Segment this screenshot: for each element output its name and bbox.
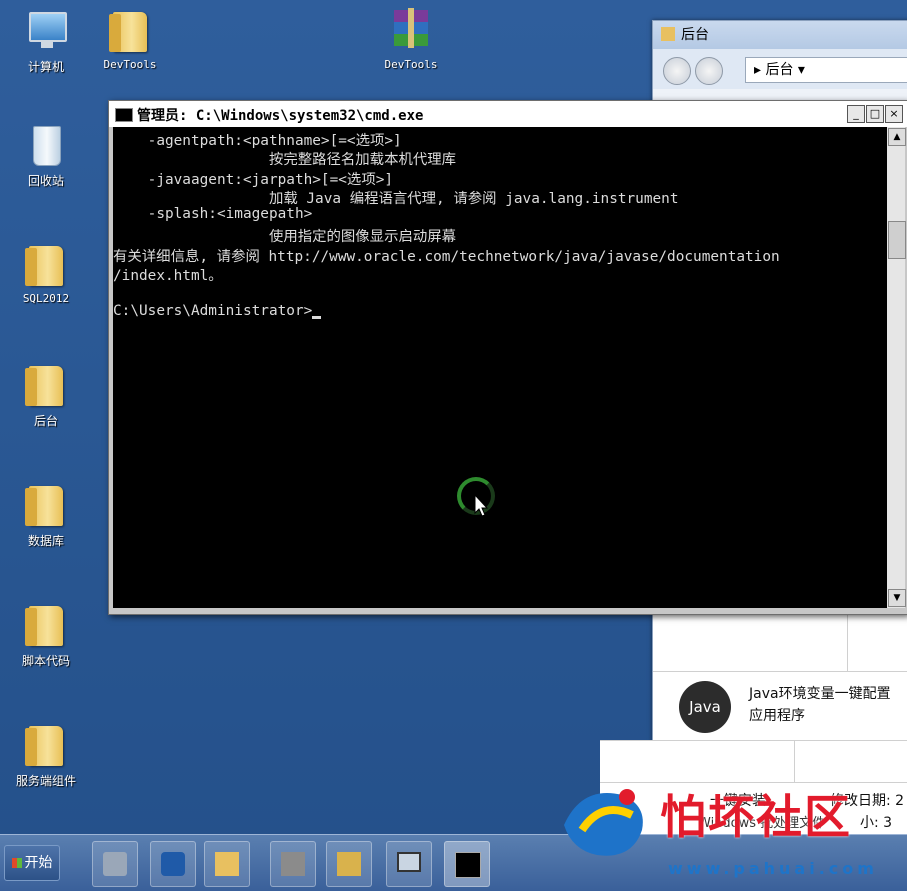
folder-icon [23, 242, 69, 288]
cmd-taskbar-button[interactable] [444, 841, 490, 887]
monitor-icon [397, 852, 421, 872]
desktop-icon-database[interactable]: 数据库 [6, 482, 86, 549]
folder-icon [23, 602, 69, 648]
folder-icon [23, 362, 69, 408]
desktop-icon-recycle-bin[interactable]: 回收站 [6, 122, 86, 189]
console-line: 加载 Java 编程语言代理, 请参阅 java.lang.instrument [113, 191, 679, 207]
console-line: -splash:<imagepath> [113, 206, 313, 222]
desktop-icon-server-components[interactable]: 服务端组件 [6, 722, 86, 789]
java-config-item[interactable]: Java环境变量一键配置 应用程序 [749, 683, 891, 727]
remote-desktop-button[interactable] [386, 841, 432, 887]
cmd-window[interactable]: 管理员: C:\Windows\system32\cmd.exe _ □ × -… [108, 100, 907, 615]
start-label: 开始 [24, 855, 53, 871]
maximize-button[interactable]: □ [866, 105, 884, 123]
console-line: 按完整路径名加载本机代理库 [113, 152, 457, 168]
desktop-icon-devtools-archive[interactable]: DevTools [371, 8, 451, 71]
server-tools-icon [281, 852, 305, 876]
cmd-title: 管理员: C:\Windows\system32\cmd.exe [137, 108, 424, 124]
folder-icon [215, 852, 239, 876]
scroll-up-icon[interactable]: ▲ [888, 128, 906, 146]
cmd-scrollbar[interactable]: ▲ ▼ [887, 127, 906, 608]
java-config-name: Java环境变量一键配置 [749, 686, 891, 702]
windows-logo-icon [11, 858, 22, 868]
scrollbar-thumb[interactable] [888, 221, 906, 259]
folder-icon [23, 482, 69, 528]
powershell-button[interactable] [150, 841, 196, 887]
desktop-icon-label: DevTools [384, 58, 438, 71]
folder-icon [107, 8, 153, 54]
desktop-icon-computer[interactable]: 计算机 [6, 8, 86, 75]
scroll-down-icon[interactable]: ▼ [888, 589, 906, 607]
prompt-text: C:\Users\Administrator> [113, 303, 313, 319]
folder-icon [23, 722, 69, 768]
console-line: /index.html。 [113, 268, 223, 284]
server-tools-button[interactable] [270, 841, 316, 887]
database-tools-icon [337, 852, 361, 876]
desktop-icon-backend[interactable]: 后台 [6, 362, 86, 429]
console-line: -javaagent:<jarpath>[=<选项>] [113, 172, 394, 188]
cmd-icon [115, 108, 133, 122]
winrar-archive-icon [388, 8, 434, 54]
desktop-icon-label: 后台 [33, 414, 58, 428]
text-cursor [312, 316, 322, 319]
explorer-title: 后台 [681, 27, 709, 43]
watermark-logo-icon [564, 789, 643, 856]
desktop-icon-sql2012[interactable]: SQL2012 [6, 242, 86, 305]
desktop-icon-label: 脚本代码 [21, 654, 70, 668]
cmd-console[interactable]: -agentpath:<pathname>[=<选项>] 按完整路径名加载本机代… [113, 127, 887, 608]
forward-button[interactable] [695, 57, 723, 85]
cmd-icon [455, 852, 481, 878]
desktop-icon-label: 计算机 [27, 60, 64, 74]
console-line: -agentpath:<pathname>[=<选项>] [113, 133, 402, 149]
database-tools-button[interactable] [326, 841, 372, 887]
recycle-bin-icon [23, 122, 69, 168]
watermark-name: 怕坏社区 [660, 790, 852, 844]
desktop-icon-devtools-folder[interactable]: DevTools [90, 8, 170, 71]
mouse-pointer-icon [474, 493, 489, 517]
server-manager-icon [103, 852, 127, 876]
console-line: 有关详细信息, 请参阅 http://www.oracle.com/techne… [113, 249, 780, 265]
desktop-icon-label: 数据库 [27, 534, 64, 548]
explorer-title-bar[interactable]: 后台 [653, 21, 907, 49]
close-button[interactable]: × [885, 105, 903, 123]
powershell-icon [161, 852, 185, 876]
minimize-button[interactable]: _ [847, 105, 865, 123]
console-prompt[interactable]: C:\Users\Administrator> [113, 303, 322, 319]
java-icon: Java [679, 681, 731, 733]
desktop-icon-scripts[interactable]: 脚本代码 [6, 602, 86, 669]
cmd-title-bar[interactable]: 管理员: C:\Windows\system32\cmd.exe _ □ × [109, 101, 907, 127]
desktop-icon-label: DevTools [103, 58, 157, 71]
desktop-icon-label: 服务端组件 [15, 774, 76, 788]
start-button[interactable]: 开始 [4, 845, 60, 881]
console-line: 使用指定的图像显示启动屏幕 [113, 229, 457, 245]
desktop-icon-label: 回收站 [27, 174, 64, 188]
computer-icon [23, 8, 69, 54]
java-config-type: 应用程序 [749, 708, 805, 724]
explorer-button[interactable] [204, 841, 250, 887]
back-button[interactable] [663, 57, 691, 85]
folder-icon [661, 27, 675, 41]
watermark: 怕坏社区 www.pahuai.com [552, 775, 907, 890]
watermark-url: www.pahuai.com [668, 859, 878, 878]
desktop-icon-label: SQL2012 [22, 292, 70, 305]
explorer-address-bar: ▸ 后台 ▾ [653, 49, 907, 89]
server-manager-button[interactable] [92, 841, 138, 887]
breadcrumb[interactable]: ▸ 后台 ▾ [745, 57, 907, 83]
